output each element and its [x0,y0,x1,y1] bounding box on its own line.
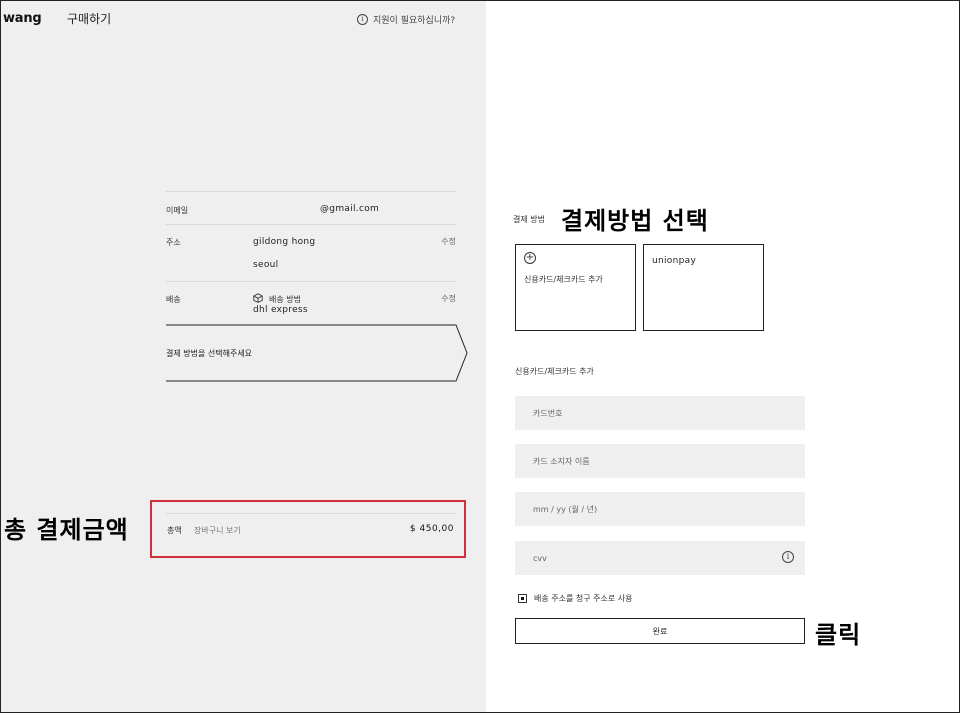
page-title: 구매하기 [67,12,112,26]
email-label: 이메일 [166,206,189,215]
package-icon [253,293,263,303]
info-icon: i [357,14,368,25]
billing-same-checkbox[interactable] [518,594,527,603]
payment-step-arrow[interactable]: 결제 방법을 선택해주세요 [166,324,468,382]
email-value: @gmail.com [320,204,380,214]
shipping-row: 배송 배송 방법 dhl express 수정 [166,281,456,325]
address-label: 주소 [166,238,181,247]
email-row: 이메일 @gmail.com [166,191,456,224]
address-name: gildong hong [253,237,316,247]
card-number-input[interactable] [515,396,805,430]
total-highlight-box: 총액 장바구니 보기 $ 450,00 [150,500,466,558]
total-label: 총액 [167,526,182,535]
shipping-method-value: dhl express [253,305,308,315]
help-text: 지원이 필요하십니까? [373,16,456,26]
edit-address-link[interactable]: 수정 [441,236,456,247]
divider [166,513,456,514]
complete-button[interactable]: 완료 [515,618,805,644]
cardholder-name-input[interactable] [515,444,805,478]
card-form-title: 신용카드/체크카드 추가 [515,367,594,376]
billing-same-label: 배송 주소를 청구 주소로 사용 [534,594,633,603]
cvv-info-icon[interactable]: i [782,551,794,563]
payment-method-label: 결제 방법 [513,215,545,224]
unionpay-label: unionpay [652,256,697,266]
payment-step-text: 결제 방법을 선택해주세요 [166,349,253,358]
view-cart-link[interactable]: 장바구니 보기 [194,525,241,536]
shipping-method-label: 배송 방법 [269,295,301,304]
cvv-input[interactable] [515,541,805,575]
add-card-label: 신용카드/체크카드 추가 [524,275,603,284]
expiry-input[interactable] [515,492,805,526]
brand-logo[interactable]: wang [3,11,42,26]
address-city: seoul [253,260,279,270]
order-summary-panel: wang 구매하기 i 지원이 필요하십니까? 이메일 @gmail.com 주… [1,1,486,712]
payment-method-annotation: 결제방법 선택 [561,207,709,235]
click-annotation: 클릭 [815,621,862,649]
payment-panel [486,1,959,712]
total-amount: $ 450,00 [409,524,454,534]
shipping-label: 배송 [166,295,181,304]
add-card-option[interactable]: + 신용카드/체크카드 추가 [515,244,636,331]
edit-shipping-link[interactable]: 수정 [441,293,456,304]
total-annotation: 총 결제금액 [4,516,129,544]
unionpay-option[interactable]: unionpay [643,244,764,331]
plus-circle-icon: + [524,252,536,264]
address-row: 주소 gildong hong seoul 수정 [166,224,456,281]
help-link[interactable]: i 지원이 필요하십니까? [357,13,455,26]
checkout-summary: 이메일 @gmail.com 주소 gildong hong seoul 수정 … [166,191,456,325]
